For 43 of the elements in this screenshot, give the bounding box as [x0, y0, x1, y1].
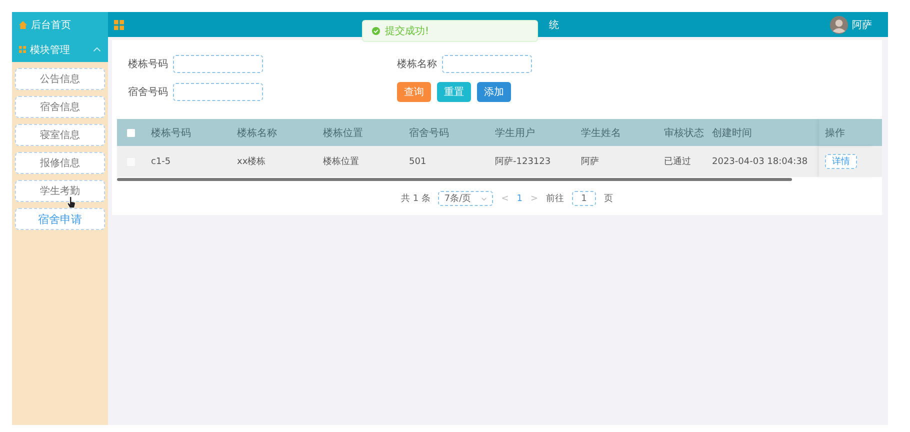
field-label: 宿舍号码: [128, 86, 168, 99]
action-button[interactable]: 添加: [477, 82, 511, 102]
table-cell: 501: [409, 156, 426, 166]
column-header: 学生姓名: [581, 128, 621, 138]
page-size-select[interactable]: 7条/页: [438, 191, 494, 206]
sidebar-group[interactable]: 模块管理: [12, 37, 108, 62]
sidebar-item[interactable]: 宿舍信息: [15, 96, 105, 118]
sidebar-item[interactable]: 寝室信息: [15, 124, 105, 146]
field-label: 楼栋号码: [128, 58, 168, 71]
app-title: 统: [549, 18, 559, 32]
table-cell: 阿萨: [581, 157, 599, 167]
next-page[interactable]: >: [530, 194, 538, 204]
table-cell: 2023-04-03 18:04:38: [712, 156, 808, 166]
column-header: 审核状态: [664, 128, 704, 138]
page-suffix: 页: [604, 193, 614, 205]
action-button[interactable]: 重置: [437, 82, 471, 102]
user-name[interactable]: 阿萨: [852, 18, 872, 32]
table-cell: 楼栋位置: [323, 157, 359, 167]
total-count: 共 1 条: [400, 192, 430, 205]
column-header: 操作: [825, 126, 845, 140]
goto-input[interactable]: 1: [572, 191, 596, 206]
sidebar-item[interactable]: 学生考勤: [15, 180, 105, 202]
action-button[interactable]: 查询: [397, 82, 431, 102]
sidebar-item[interactable]: 后台首页: [12, 12, 108, 37]
column-header: 楼栋号码: [151, 128, 191, 138]
column-header: 创建时间: [712, 128, 752, 138]
table-cell: c1-5: [151, 156, 171, 166]
column-header: 学生用户: [495, 128, 535, 138]
sidebar-item[interactable]: 报修信息: [15, 152, 105, 174]
sidebar-item[interactable]: 公告信息: [15, 68, 105, 90]
table-cell: 已通过: [664, 157, 691, 167]
column-header: 楼栋名称: [237, 128, 277, 138]
field-label: 楼栋名称: [397, 58, 437, 71]
page-number[interactable]: 1: [516, 194, 522, 204]
sidebar-item[interactable]: 宿舍申请: [15, 208, 105, 230]
prev-page[interactable]: <: [501, 194, 509, 204]
column-header: 楼栋位置: [323, 128, 363, 138]
table-cell: xx楼栋: [237, 157, 266, 167]
toast-message: 提交成功!: [385, 24, 430, 38]
detail-button[interactable]: 详情: [825, 154, 857, 169]
goto-label: 前往: [546, 192, 564, 205]
table-cell: 阿萨-123123: [495, 157, 551, 167]
column-header: 宿舍号码: [409, 128, 449, 138]
